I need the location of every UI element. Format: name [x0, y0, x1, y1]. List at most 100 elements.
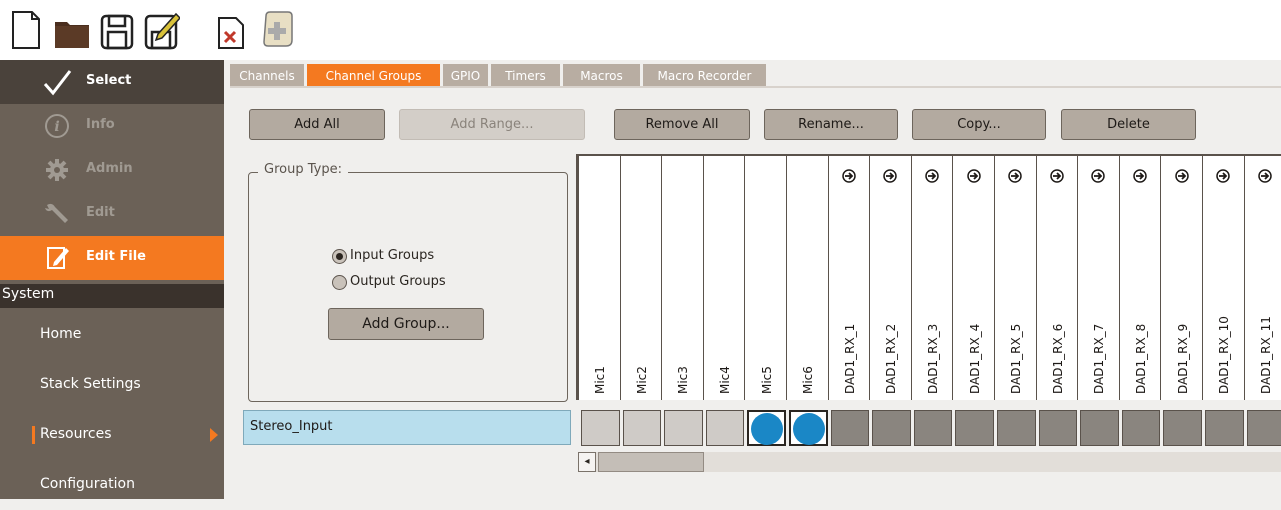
gear-icon [42, 156, 72, 184]
add-all-button[interactable]: Add All [249, 109, 385, 140]
sidebar-section-header: System [0, 284, 224, 308]
channel-membership-cell[interactable] [872, 410, 911, 446]
sidebar-item-stack-settings[interactable]: Stack Settings [0, 360, 224, 410]
sidebar-item-label: Edit File [86, 249, 146, 264]
rename-button[interactable]: Rename... [764, 109, 898, 140]
sidebar-item-label: Admin [86, 161, 133, 176]
current-indicator [32, 426, 35, 444]
channel-membership-cell[interactable] [1038, 410, 1078, 446]
channel-membership-cell[interactable] [622, 410, 662, 446]
channel-membership-cell[interactable] [913, 410, 953, 446]
network-input-icon [1216, 168, 1231, 183]
horizontal-scrollbar[interactable]: ◂ [578, 452, 1281, 472]
channel-membership-cell[interactable] [1080, 410, 1119, 446]
network-input-icon [842, 168, 856, 183]
arrow-right-icon [210, 428, 218, 442]
save-as-icon[interactable] [144, 10, 182, 50]
channel-column-header: Mic3 [662, 154, 704, 400]
script-icon[interactable] [262, 10, 294, 50]
channel-grid: Mic1 Mic2 Mic3 Mic4 Mic5 Mic6 DAD1_RX_1 DAD1_RX… [576, 154, 1281, 451]
radio-label: Input Groups [350, 248, 435, 263]
channel-column-header: Mic2 [620, 154, 663, 400]
channel-column-header: DAD1_RX_7 [1078, 154, 1120, 400]
channel-membership-cell[interactable] [581, 410, 620, 446]
sidebar-item-label: Home [40, 326, 82, 342]
scroll-left-arrow-icon[interactable]: ◂ [578, 452, 596, 472]
sidebar-item-label: Edit [86, 205, 115, 220]
radio-label: Output Groups [350, 274, 446, 289]
channel-label: DAD1_RX_4 [967, 323, 982, 394]
channel-column-header: DAD1_RX_8 [1119, 154, 1162, 400]
svg-text:i: i [54, 119, 59, 135]
channel-membership-cell[interactable] [1163, 410, 1202, 446]
group-row-stereo-input[interactable]: Stereo_Input [243, 410, 571, 445]
channel-membership-cell[interactable] [1121, 410, 1161, 446]
channel-label: DAD1_RX_1 [842, 323, 857, 394]
sidebar-item-configuration[interactable]: Configuration [0, 460, 224, 510]
tab-channels[interactable]: Channels [230, 64, 305, 88]
channel-column-header: DAD1_RX_5 [995, 154, 1037, 400]
selected-dot-icon [793, 413, 825, 445]
tab-channel-groups[interactable]: Channel Groups [307, 64, 441, 88]
channel-membership-cell[interactable] [830, 410, 870, 446]
channel-column-header: DAD1_RX_1 [828, 154, 871, 400]
channel-label: DAD1_RX_6 [1050, 323, 1065, 394]
scroll-thumb[interactable] [598, 452, 704, 472]
channel-label: Mic3 [676, 366, 691, 394]
sidebar-item-label: Select [86, 73, 132, 88]
wrench-icon [42, 200, 72, 228]
channel-membership-cell[interactable] [705, 410, 745, 446]
sidebar-item-edit[interactable]: Edit [0, 192, 224, 236]
channel-column-header: DAD1_RX_4 [953, 154, 995, 400]
sidebar-item-label: Stack Settings [40, 376, 141, 392]
channel-column-header: DAD1_RX_9 [1161, 154, 1203, 400]
network-input-icon [1008, 168, 1023, 183]
channel-label: DAD1_RX_10 [1217, 316, 1232, 394]
tab-macro-recorder[interactable]: Macro Recorder [643, 64, 767, 88]
channel-column-header: Mic5 [745, 154, 787, 400]
channel-label: DAD1_RX_5 [1009, 323, 1024, 394]
channel-membership-cell[interactable] [664, 410, 703, 446]
channel-membership-cell[interactable] [1205, 410, 1244, 446]
sidebar-item-label: Resources [40, 426, 112, 442]
channel-label: Mic2 [634, 366, 649, 394]
sidebar-item-edit-file[interactable]: Edit File [0, 236, 224, 280]
sidebar-item-info[interactable]: i Info [0, 104, 224, 148]
channel-column-header: DAD1_RX_11 [1244, 154, 1281, 400]
sidebar-item-admin[interactable]: Admin [0, 148, 224, 192]
add-range-button[interactable]: Add Range... [399, 109, 585, 140]
network-input-icon [1050, 168, 1064, 183]
new-file-icon[interactable] [10, 10, 42, 50]
channel-column-header: Mic4 [703, 154, 746, 400]
selected-dot-icon [751, 413, 784, 445]
tab-gpio[interactable]: GPIO [443, 64, 489, 88]
open-folder-icon[interactable] [54, 10, 89, 50]
save-icon[interactable] [100, 10, 134, 50]
channel-membership-cell[interactable] [1246, 410, 1281, 446]
sidebar-item-resources[interactable]: Resources [0, 410, 224, 460]
delete-button[interactable]: Delete [1061, 109, 1196, 140]
add-group-button[interactable]: Add Group... [328, 308, 484, 340]
channel-membership-cell[interactable] [789, 410, 828, 446]
channel-label: DAD1_RX_8 [1134, 323, 1149, 394]
channel-column-header: DAD1_RX_10 [1203, 154, 1245, 400]
sidebar-item-home[interactable]: Home [0, 310, 224, 360]
channel-membership-cell[interactable] [955, 410, 994, 446]
remove-all-button[interactable]: Remove All [614, 109, 750, 140]
network-input-icon [966, 168, 981, 183]
channel-membership-cell[interactable] [997, 410, 1036, 446]
channel-membership-cell[interactable] [747, 410, 786, 446]
channel-column-header: DAD1_RX_6 [1036, 154, 1079, 400]
sidebar-item-select[interactable]: Select [0, 60, 224, 104]
channel-label: Mic4 [718, 366, 733, 394]
copy-button[interactable]: Copy... [912, 109, 1046, 140]
radio-selected-icon[interactable] [332, 249, 347, 264]
tab-timers[interactable]: Timers [491, 64, 561, 88]
channel-column-header: DAD1_RX_2 [870, 154, 912, 400]
channel-column-header: Mic6 [787, 154, 829, 400]
radio-unselected-icon[interactable] [332, 275, 347, 290]
edit-file-icon [42, 244, 72, 272]
close-file-icon[interactable] [216, 10, 248, 50]
tab-macros[interactable]: Macros [563, 64, 641, 88]
network-input-icon [925, 168, 939, 183]
